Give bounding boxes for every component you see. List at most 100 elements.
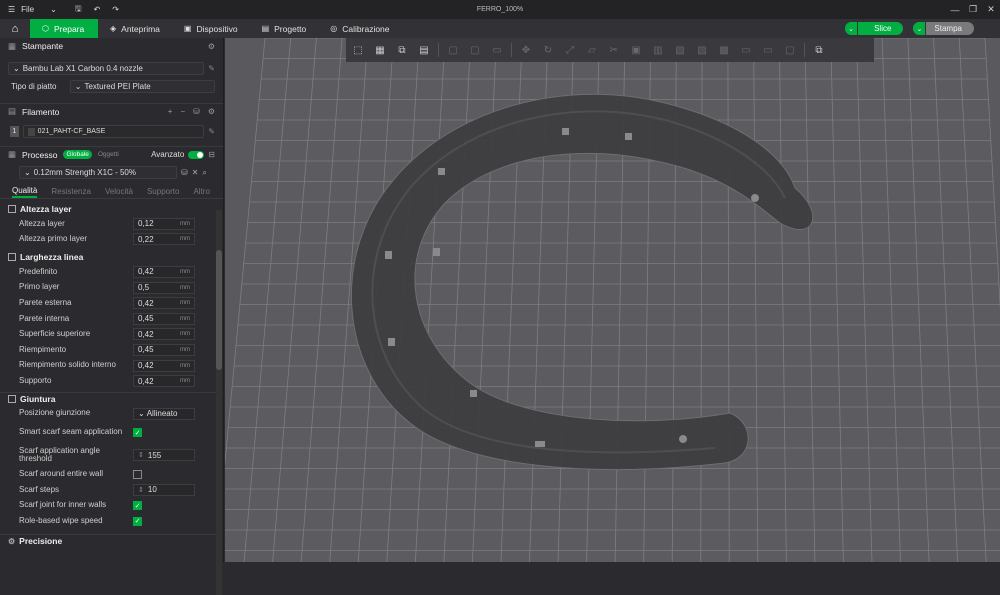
setting-input[interactable]: 0,45 mm [133,343,195,356]
assembly-icon[interactable]: ▭ [760,42,776,58]
scarf-around-checkbox[interactable] [133,469,142,479]
undo-icon[interactable]: ↶ [94,5,101,14]
color-paint-icon[interactable]: ▨ [694,42,710,58]
setting-input[interactable]: 0,42 mm [133,359,195,372]
rotate-icon[interactable]: ↻ [540,42,556,58]
printer-select[interactable]: ⌄ Bambu Lab X1 Carbon 0.4 nozzle [8,62,205,75]
scale-icon[interactable]: ⤢ [562,42,578,58]
process-preset-select[interactable]: ⌄ 0.12mm Strength X1C - 50% [19,166,177,179]
edit-icon[interactable]: ✎ [208,64,215,73]
chevron-down-icon: ⌄ [138,409,145,419]
minimize-button[interactable]: — [946,0,964,19]
setting-input[interactable]: 0,12 mm [133,217,195,230]
text-icon[interactable]: ▩ [716,42,732,58]
setting-label: Parete interna [19,313,70,323]
spinner-arrows-icon[interactable]: ⇕ [138,486,144,494]
orient-icon[interactable]: ⧉ [394,42,410,58]
home-icon[interactable]: ⌂ [0,19,30,38]
tab-progetto[interactable]: ▤ Progetto [250,19,319,38]
slice-dropdown-icon[interactable]: ⌄ [845,22,859,35]
mesh-boolean-icon[interactable]: ▣ [628,42,644,58]
setting-label: Supporto [19,375,52,385]
advanced-toggle[interactable] [188,150,205,159]
settings-icon[interactable]: ⚙ [208,107,215,116]
nail-hole [385,251,392,259]
print-dropdown-icon[interactable]: ⌄ [913,22,927,35]
save-preset-icon[interactable]: ⛁ [181,168,188,177]
chevron-down-icon[interactable]: ⌄ [50,5,57,14]
nail-hole [438,168,445,175]
process-icon: ▦ [8,149,17,159]
lay-flat-icon[interactable]: ▱ [584,42,600,58]
remove-filament-button[interactable]: − [180,107,185,116]
wipe-speed-checkbox[interactable]: ✓ [133,516,142,526]
edit-icon[interactable]: ✎ [208,127,215,136]
paste-icon[interactable]: ▢ [467,42,483,58]
scrollbar-thumb[interactable] [216,250,222,370]
filament-select[interactable]: 021_PAHT-CF_BASE [22,125,205,138]
subtab-qualita[interactable]: Qualità [12,186,38,198]
add-filament-button[interactable]: + [168,107,173,116]
move-icon[interactable]: ✥ [518,42,534,58]
setting-input[interactable]: 0,45 mm [133,312,195,325]
setting-input[interactable]: 0,22 mm [133,233,195,246]
plate-icon[interactable]: ▤ [416,42,432,58]
measure-icon[interactable]: ▭ [738,42,754,58]
spinner-arrows-icon[interactable]: ⇕ [138,451,144,459]
split-icon[interactable]: ▢ [782,42,798,58]
setting-value: 0,45 [138,314,154,324]
tab-dispositivo[interactable]: ▣ Dispositivo [172,19,250,38]
chevron-down-icon: ⌄ [13,64,20,73]
delete-icon[interactable]: ▭ [489,42,505,58]
close-button[interactable]: ✕ [982,0,1000,19]
setting-value: 0,5 [138,283,150,293]
hamburger-menu-icon[interactable]: ☰ [8,5,15,14]
add-object-icon[interactable]: ⬚ [350,42,366,58]
subtab-altro[interactable]: Altro [193,187,209,196]
setting-input[interactable]: 0,42 mm [133,297,195,310]
slice-button[interactable]: ⌄ Slice [845,22,904,35]
setting-input[interactable]: 0,42 mm [133,375,195,388]
subtab-velocita[interactable]: Velocità [105,187,133,196]
scarf-inner-checkbox[interactable]: ✓ [133,501,142,511]
plate-type-select[interactable]: ⌄ Textured PEI Plate [69,80,215,93]
close-icon[interactable]: ✕ [192,168,199,177]
support-paint-icon[interactable]: ▥ [650,42,666,58]
tab-calibrazione[interactable]: ◎ Calibrazione [318,19,401,38]
global-badge[interactable]: Globale [63,150,92,159]
compare-icon[interactable]: ⊟ [208,150,215,159]
setting-value: 0,45 [138,345,154,355]
sidebar-scrollbar[interactable] [216,210,222,595]
print-button[interactable]: ⌄ Stampa [913,22,974,35]
maximize-button[interactable]: ❐ [964,0,982,19]
scarf-steps-spinner[interactable]: ⇕ 10 [133,483,195,496]
slice-label: Slice [874,24,892,33]
filament-color-swatch [27,127,35,136]
3d-viewport[interactable] [225,38,1000,562]
settings-icon[interactable]: ⚙ [208,42,215,51]
grid-arrange-icon[interactable]: ▦ [372,42,388,58]
cut-icon[interactable]: ✂ [606,42,622,58]
seam-paint-icon[interactable]: ▧ [672,42,688,58]
save-icon[interactable]: 🖫 [75,3,82,17]
sync-icon[interactable]: ⛁ [193,107,200,116]
scarf-angle-spinner[interactable]: ⇕ 155 [133,449,195,462]
copy-icon[interactable]: ▢ [445,42,461,58]
smart-scarf-checkbox[interactable]: ✓ [133,428,142,438]
setting-input[interactable]: 0,5 mm [133,281,195,294]
tab-anteprima[interactable]: ◈ Anteprima [98,19,172,38]
seam-position-select[interactable]: ⌄ Allineato [133,407,195,420]
subtab-supporto[interactable]: Supporto [147,187,179,196]
setting-input[interactable]: 0,42 mm [133,265,195,278]
file-menu[interactable]: File [21,5,34,14]
view-settings-icon[interactable]: ⧉ [811,42,827,58]
setting-input[interactable]: 0,42 mm [133,328,195,341]
tab-prepara[interactable]: ⬡ Prepara [30,19,98,38]
search-icon[interactable]: ⌕ [202,168,206,178]
subtab-resistenza[interactable]: Resistenza [51,187,91,196]
object-badge[interactable]: Oggetti [98,151,119,158]
process-section-label: Processo [22,149,58,160]
redo-icon[interactable]: ↷ [112,5,119,14]
gear-icon: ⚙ [8,536,16,546]
filament-slot-number: 1 [10,126,19,137]
